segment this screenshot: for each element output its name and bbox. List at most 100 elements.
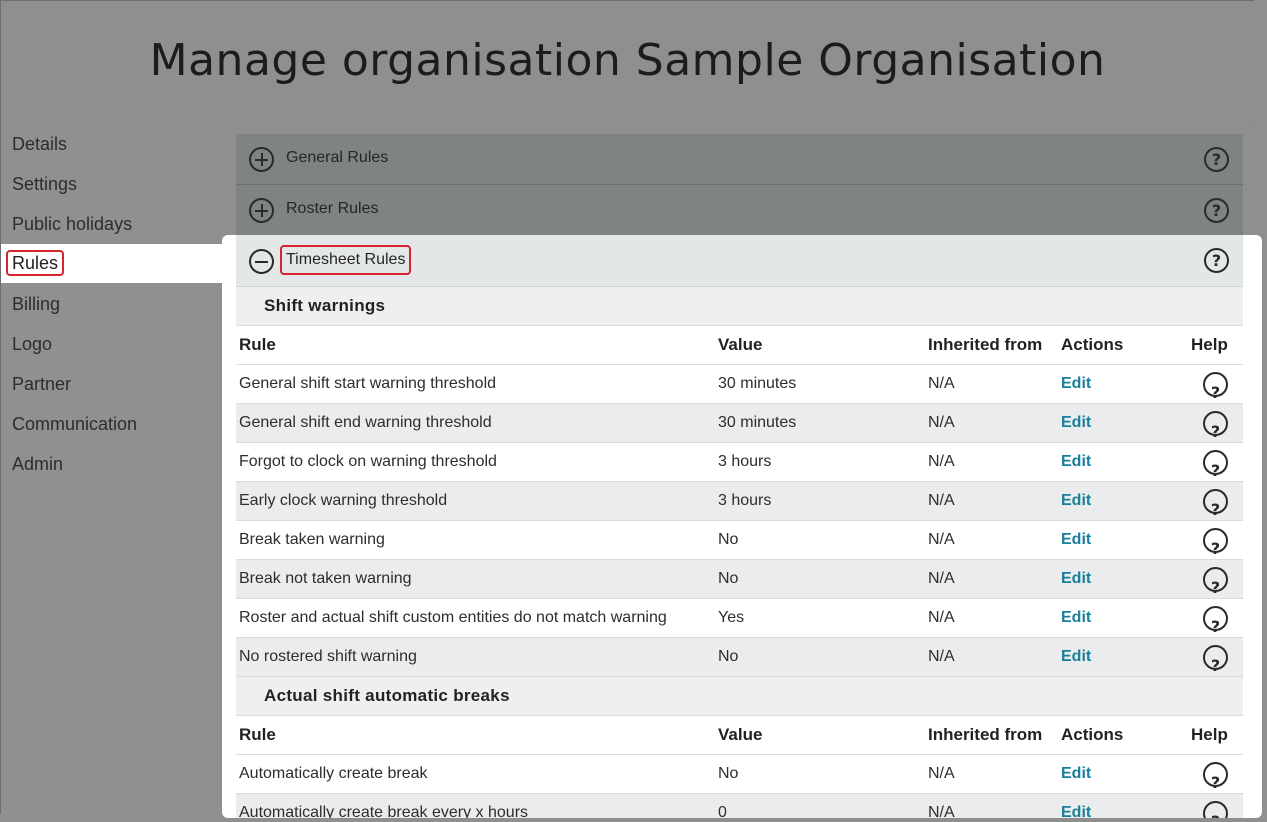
column-header-rule: Rule	[239, 335, 276, 354]
rule-inherited: N/A	[928, 531, 955, 548]
column-header-help: Help	[1191, 725, 1228, 744]
table-row: General shift start warning threshold 30…	[236, 365, 1243, 404]
column-header-inherited: Inherited from	[928, 335, 1043, 354]
help-icon[interactable]: ?	[1203, 567, 1228, 597]
help-icon[interactable]: ?	[1203, 528, 1228, 558]
rule-inherited: N/A	[928, 609, 955, 626]
table-header-row: Rule Value Inherited from Actions Help	[236, 326, 1243, 365]
help-icon[interactable]: ?	[1203, 645, 1228, 675]
sidebar-item-settings[interactable]: Settings	[12, 172, 77, 196]
rule-name: Roster and actual shift custom entities …	[239, 609, 667, 626]
rule-value: 3 hours	[718, 453, 772, 470]
rule-value: 3 hours	[718, 492, 772, 509]
table-row: Break not taken warning No N/A Edit ?	[236, 560, 1243, 599]
help-icon[interactable]: ?	[1203, 762, 1228, 792]
rule-inherited: N/A	[928, 765, 955, 782]
page-header: Manage organisation Sample Organisation	[0, 0, 1254, 125]
sidebar-item-partner[interactable]: Partner	[12, 372, 71, 396]
panel-timesheet-rules[interactable]: Timesheet Rules ?	[236, 235, 1243, 287]
rule-value: Yes	[718, 609, 745, 626]
table-row: Automatically create break every x hours…	[236, 794, 1243, 818]
sidebar-item-label: Communication	[12, 414, 138, 434]
plus-circle-icon[interactable]	[249, 198, 274, 223]
help-icon[interactable]: ?	[1203, 489, 1228, 519]
table-row: Forgot to clock on warning threshold 3 h…	[236, 443, 1243, 482]
rule-name: Break taken warning	[239, 531, 385, 548]
help-icon[interactable]: ?	[1203, 372, 1228, 402]
help-icon[interactable]: ?	[1203, 411, 1228, 441]
rule-value: 0	[718, 804, 727, 818]
panel-title[interactable]: General Rules	[286, 149, 388, 167]
timesheet-rules-panel: Timesheet Rules ? Shift warnings Rule Va…	[222, 235, 1262, 818]
rule-name: Break not taken warning	[239, 570, 412, 587]
sidebar-item-communication[interactable]: Communication	[12, 412, 137, 436]
sidebar-item-label: Billing	[12, 294, 61, 314]
sidebar-item-label: Details	[12, 134, 68, 154]
edit-link[interactable]: Edit	[1061, 521, 1091, 559]
table-row: Early clock warning threshold 3 hours N/…	[236, 482, 1243, 521]
rule-name: Automatically create break every x hours	[239, 804, 529, 818]
rule-name: General shift start warning threshold	[239, 375, 497, 392]
rule-inherited: N/A	[928, 492, 955, 509]
table-row: Automatically create break No N/A Edit ?	[236, 755, 1243, 794]
column-header-rule: Rule	[239, 725, 276, 744]
rule-name: No rostered shift warning	[239, 648, 417, 665]
sidebar-item-rules[interactable]: Rules	[1, 244, 226, 283]
help-icon[interactable]: ?	[1203, 450, 1228, 480]
help-icon[interactable]: ?	[1204, 147, 1229, 172]
panel-general-rules[interactable]: General Rules ?	[236, 134, 1243, 185]
sidebar-item-billing[interactable]: Billing	[12, 292, 60, 316]
edit-link[interactable]: Edit	[1061, 365, 1091, 403]
table-row: No rostered shift warning No N/A Edit ?	[236, 638, 1243, 677]
column-header-inherited: Inherited from	[928, 725, 1043, 744]
rule-inherited: N/A	[928, 570, 955, 587]
sidebar-item-logo[interactable]: Logo	[12, 332, 52, 356]
edit-link[interactable]: Edit	[1061, 404, 1091, 442]
column-header-actions: Actions	[1061, 335, 1124, 354]
sidebar-item-details[interactable]: Details	[12, 132, 67, 156]
rule-inherited: N/A	[928, 453, 955, 470]
column-header-help: Help	[1191, 335, 1228, 354]
panel-roster-rules[interactable]: Roster Rules ?	[236, 185, 1243, 236]
help-icon[interactable]: ?	[1203, 801, 1228, 818]
rule-value: No	[718, 765, 739, 782]
rule-value: No	[718, 570, 739, 587]
help-icon[interactable]: ?	[1203, 606, 1228, 636]
rule-value: No	[718, 531, 739, 548]
help-icon[interactable]: ?	[1204, 198, 1229, 223]
column-header-actions: Actions	[1061, 725, 1124, 744]
edit-link[interactable]: Edit	[1061, 443, 1091, 481]
section-title: Actual shift automatic breaks	[236, 677, 1243, 716]
table-row: Roster and actual shift custom entities …	[236, 599, 1243, 638]
edit-link[interactable]: Edit	[1061, 599, 1091, 637]
rule-value: 30 minutes	[718, 414, 797, 431]
edit-link[interactable]: Edit	[1061, 794, 1091, 818]
edit-link[interactable]: Edit	[1061, 638, 1091, 676]
rule-name: Early clock warning threshold	[239, 492, 448, 509]
rule-inherited: N/A	[928, 375, 955, 392]
sidebar-item-public-holidays[interactable]: Public holidays	[12, 212, 132, 236]
page-title: Manage organisation Sample Organisation	[149, 35, 1106, 86]
minus-circle-icon[interactable]	[249, 249, 274, 274]
table-header-row: Rule Value Inherited from Actions Help	[236, 716, 1243, 755]
rule-inherited: N/A	[928, 414, 955, 431]
edit-link[interactable]: Edit	[1061, 560, 1091, 598]
plus-circle-icon[interactable]	[249, 147, 274, 172]
panel-title[interactable]: Timesheet Rules	[280, 245, 412, 275]
edit-link[interactable]: Edit	[1061, 482, 1091, 520]
sidebar-item-label: Public holidays	[12, 214, 133, 234]
rule-inherited: N/A	[928, 648, 955, 665]
column-header-value: Value	[718, 335, 763, 354]
sidebar-item-admin[interactable]: Admin	[12, 452, 63, 476]
sidebar-item-label: Logo	[12, 334, 53, 354]
edit-link[interactable]: Edit	[1061, 755, 1091, 793]
rules-table: Shift warnings Rule Value Inherited from…	[236, 287, 1243, 818]
rule-inherited: N/A	[928, 804, 955, 818]
panel-title[interactable]: Roster Rules	[286, 200, 378, 218]
rule-name: Forgot to clock on warning threshold	[239, 453, 497, 470]
table-row: General shift end warning threshold 30 m…	[236, 404, 1243, 443]
table-row: Break taken warning No N/A Edit ?	[236, 521, 1243, 560]
rule-value: 30 minutes	[718, 375, 797, 392]
help-icon[interactable]: ?	[1204, 248, 1229, 273]
rule-value: No	[718, 648, 739, 665]
